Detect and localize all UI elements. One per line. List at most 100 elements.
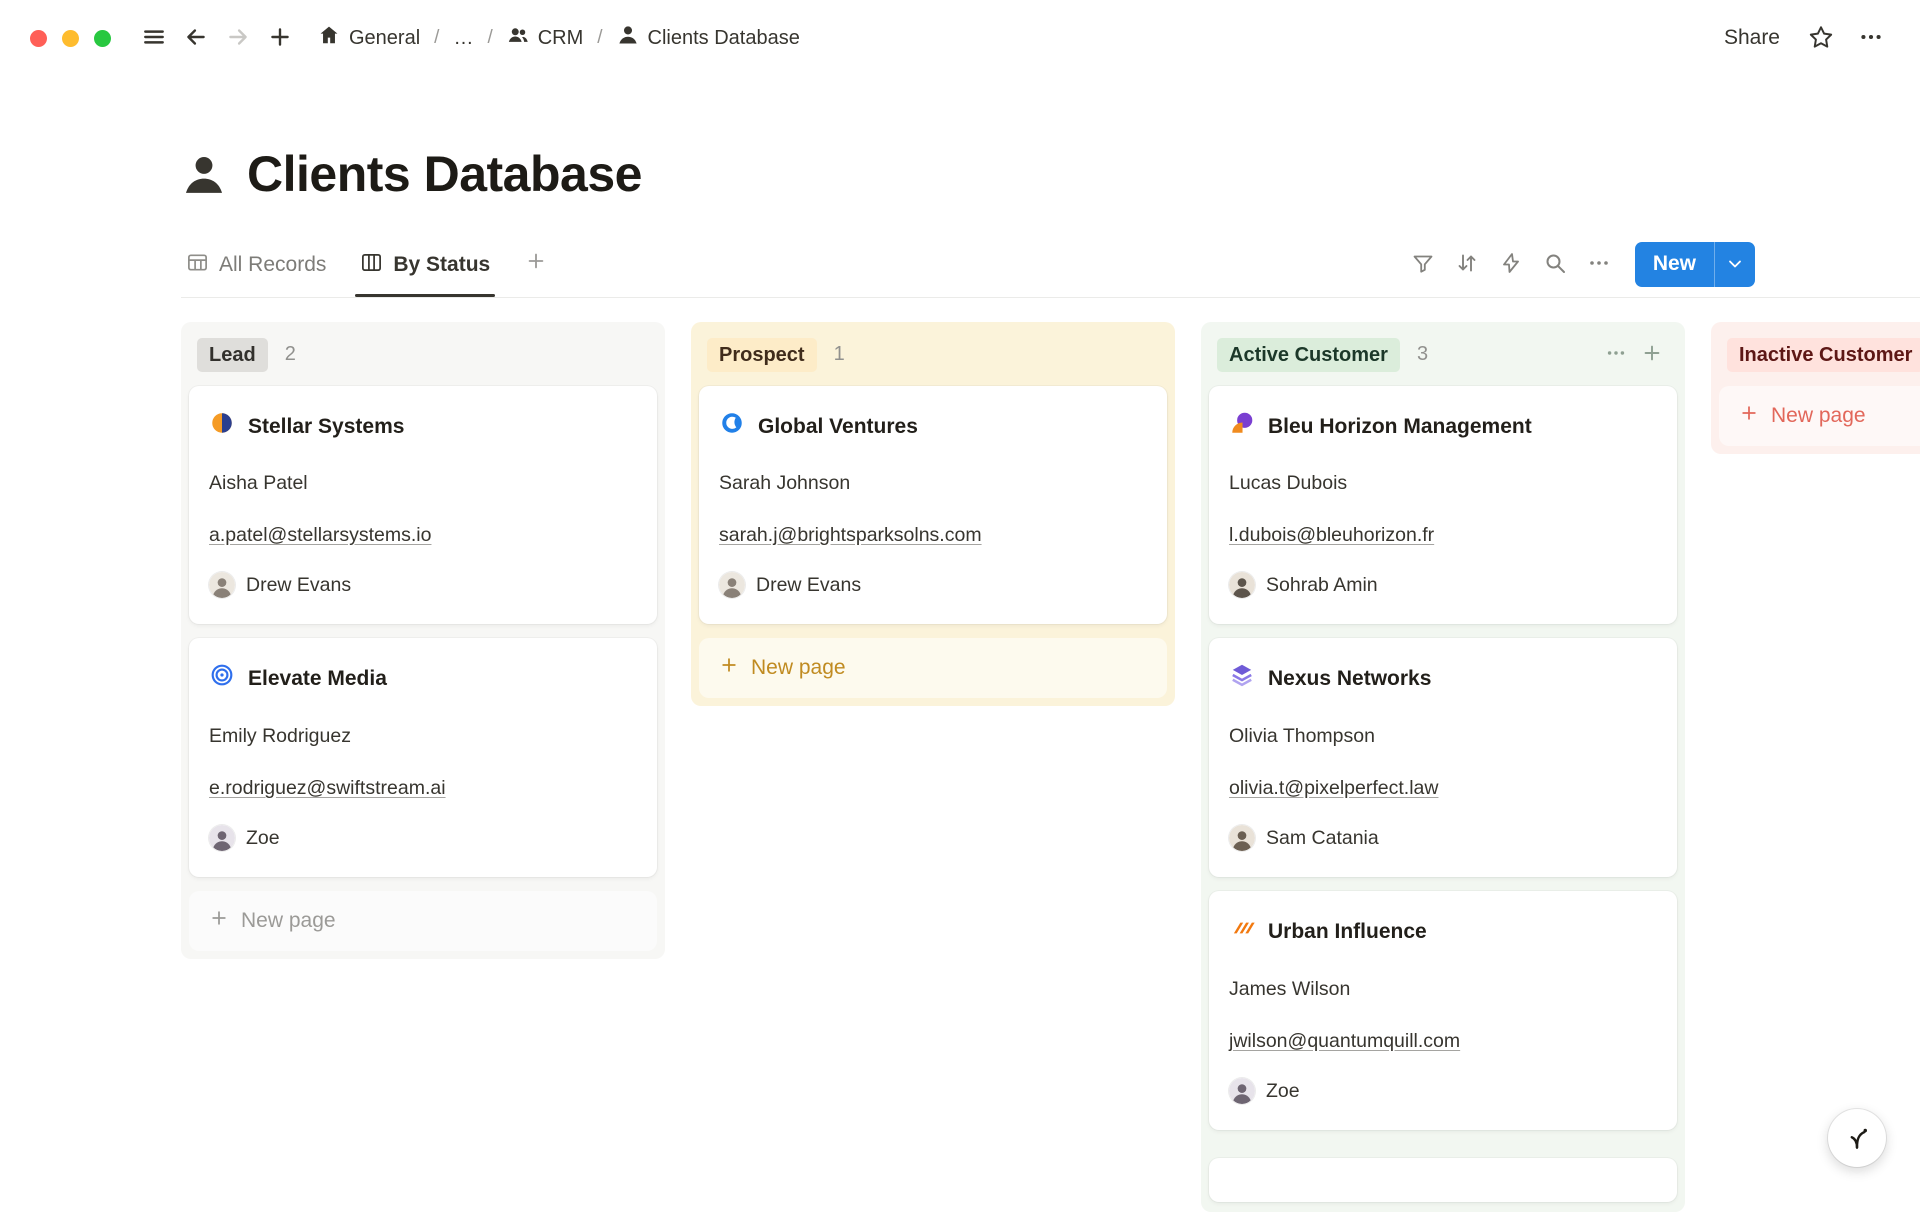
tab-by-status[interactable]: By Status	[355, 243, 495, 296]
window-close-button[interactable]	[30, 30, 47, 47]
client-card-global-ventures[interactable]: Global Ventures Sarah Johnson sarah.j@br…	[699, 386, 1167, 625]
client-card-elevate-media[interactable]: Elevate Media Emily Rodriguez e.rodrigue…	[189, 638, 657, 877]
email-link[interactable]: a.patel@stellarsystems.io	[209, 524, 431, 546]
client-card-bleu-horizon[interactable]: Bleu Horizon Management Lucas Dubois l.d…	[1209, 386, 1677, 625]
email-link[interactable]: l.dubois@bleuhorizon.fr	[1229, 524, 1434, 546]
nav-back-button[interactable]	[175, 17, 217, 59]
status-badge[interactable]: Lead	[197, 338, 268, 372]
breadcrumb-separator: /	[594, 27, 605, 49]
lightning-icon	[1499, 251, 1523, 278]
ellipsis-icon	[1605, 342, 1627, 367]
breadcrumb-item-general[interactable]: General	[309, 19, 429, 57]
plus-icon	[209, 908, 229, 934]
column-more-button[interactable]	[1599, 338, 1633, 372]
window-zoom-button[interactable]	[94, 30, 111, 47]
table-view-icon	[186, 251, 209, 280]
owner-avatar	[209, 572, 235, 598]
sort-button[interactable]	[1447, 244, 1487, 284]
new-page-button-inactive[interactable]: New page	[1719, 386, 1920, 446]
board-column-active-customer: Active Customer 3	[1201, 322, 1685, 1212]
breadcrumb-label: Clients Database	[648, 27, 800, 50]
owner-name: Drew Evans	[756, 574, 861, 597]
window-minimize-button[interactable]	[62, 30, 79, 47]
page-more-button[interactable]	[1850, 17, 1892, 59]
new-record-button[interactable]: New	[1635, 242, 1755, 287]
board-column-lead: Lead 2 Stellar Systems Aisha Patel a.pat…	[181, 322, 665, 960]
client-card-urban-influence[interactable]: Urban Influence James Wilson jwilson@qua…	[1209, 891, 1677, 1130]
person-icon	[617, 24, 639, 52]
filter-button[interactable]	[1403, 244, 1443, 284]
chevron-down-icon[interactable]	[1715, 242, 1755, 287]
breadcrumb-item-crm[interactable]: CRM	[498, 19, 593, 57]
assistant-fab-button[interactable]	[1828, 1109, 1886, 1167]
page-person-icon[interactable]	[181, 152, 227, 198]
page-content: Clients Database All Records By Status	[0, 146, 1920, 1212]
breadcrumb-item-clients-database[interactable]: Clients Database	[608, 19, 809, 57]
contact-email: jwilson@quantumquill.com	[1229, 1028, 1657, 1054]
owner-name: Sam Catania	[1266, 827, 1379, 850]
client-card-nexus-networks[interactable]: Nexus Networks Olivia Thompson olivia.t@…	[1209, 638, 1677, 877]
new-page-label: New page	[1771, 404, 1866, 428]
client-card-partial[interactable]	[1209, 1158, 1677, 1202]
plus-icon	[719, 655, 739, 681]
contact-email: l.dubois@bleuhorizon.fr	[1229, 522, 1657, 548]
view-more-button[interactable]	[1579, 244, 1619, 284]
breadcrumb-label: CRM	[538, 27, 584, 50]
search-button[interactable]	[1535, 244, 1575, 284]
urban-influence-logo-icon	[1229, 915, 1255, 949]
sidebar-toggle-button[interactable]	[133, 17, 175, 59]
new-page-quick-button[interactable]	[259, 17, 301, 59]
card-title-row: Bleu Horizon Management	[1229, 410, 1657, 444]
nav-forward-button[interactable]	[217, 17, 259, 59]
owner-avatar	[1229, 572, 1255, 598]
status-badge[interactable]: Inactive Customer	[1727, 338, 1920, 372]
ellipsis-icon	[1587, 251, 1611, 278]
page-title: Clients Database	[247, 146, 642, 204]
column-count: 3	[1417, 343, 1428, 366]
company-name: Global Ventures	[758, 413, 918, 441]
owner-avatar	[1229, 825, 1255, 851]
client-card-stellar-systems[interactable]: Stellar Systems Aisha Patel a.patel@stel…	[189, 386, 657, 625]
contact-name: Sarah Johnson	[719, 470, 1147, 496]
contact-email: e.rodriguez@swiftstream.ai	[209, 775, 637, 801]
home-icon	[318, 24, 340, 52]
arrow-left-icon	[183, 24, 209, 53]
favorite-button[interactable]	[1800, 17, 1842, 59]
add-view-button[interactable]	[519, 250, 553, 289]
breadcrumb-label: General	[349, 27, 420, 50]
breadcrumb-item-collapsed[interactable]: …	[444, 22, 482, 55]
email-link[interactable]: olivia.t@pixelperfect.law	[1229, 777, 1438, 799]
arrow-right-icon	[225, 24, 251, 53]
column-add-card-button[interactable]	[1635, 338, 1669, 372]
breadcrumb-separator: /	[431, 27, 442, 49]
filter-icon	[1411, 251, 1435, 278]
page-header: Clients Database	[181, 146, 1920, 204]
status-badge[interactable]: Active Customer	[1217, 338, 1400, 372]
email-link[interactable]: e.rodriguez@swiftstream.ai	[209, 777, 446, 799]
email-link[interactable]: sarah.j@brightsparksolns.com	[719, 524, 982, 546]
plus-icon	[267, 24, 293, 53]
nexus-networks-logo-icon	[1229, 662, 1255, 696]
share-button[interactable]: Share	[1712, 20, 1792, 56]
bleu-horizon-logo-icon	[1229, 410, 1255, 444]
new-page-button-lead[interactable]: New page	[189, 891, 657, 951]
column-header: Inactive Customer	[1719, 330, 1920, 386]
new-page-button-prospect[interactable]: New page	[699, 638, 1167, 698]
people-icon	[507, 24, 529, 52]
owner-name: Drew Evans	[246, 574, 351, 597]
email-link[interactable]: jwilson@quantumquill.com	[1229, 1030, 1460, 1052]
company-name: Stellar Systems	[248, 413, 404, 441]
owner-avatar	[209, 825, 235, 851]
owner-row: Sam Catania	[1229, 825, 1657, 851]
tab-label: All Records	[219, 253, 326, 277]
tab-all-records[interactable]: All Records	[181, 243, 331, 296]
status-badge[interactable]: Prospect	[707, 338, 817, 372]
ellipsis-icon	[1858, 24, 1884, 53]
automations-button[interactable]	[1491, 244, 1531, 284]
global-ventures-logo-icon	[719, 410, 745, 444]
new-page-label: New page	[241, 909, 336, 933]
owner-name: Zoe	[1266, 1080, 1300, 1103]
kanban-board: Lead 2 Stellar Systems Aisha Patel a.pat…	[181, 298, 1920, 1212]
board-column-prospect: Prospect 1 Global Ventures Sarah Johnson…	[691, 322, 1175, 707]
contact-name: Emily Rodriguez	[209, 723, 637, 749]
